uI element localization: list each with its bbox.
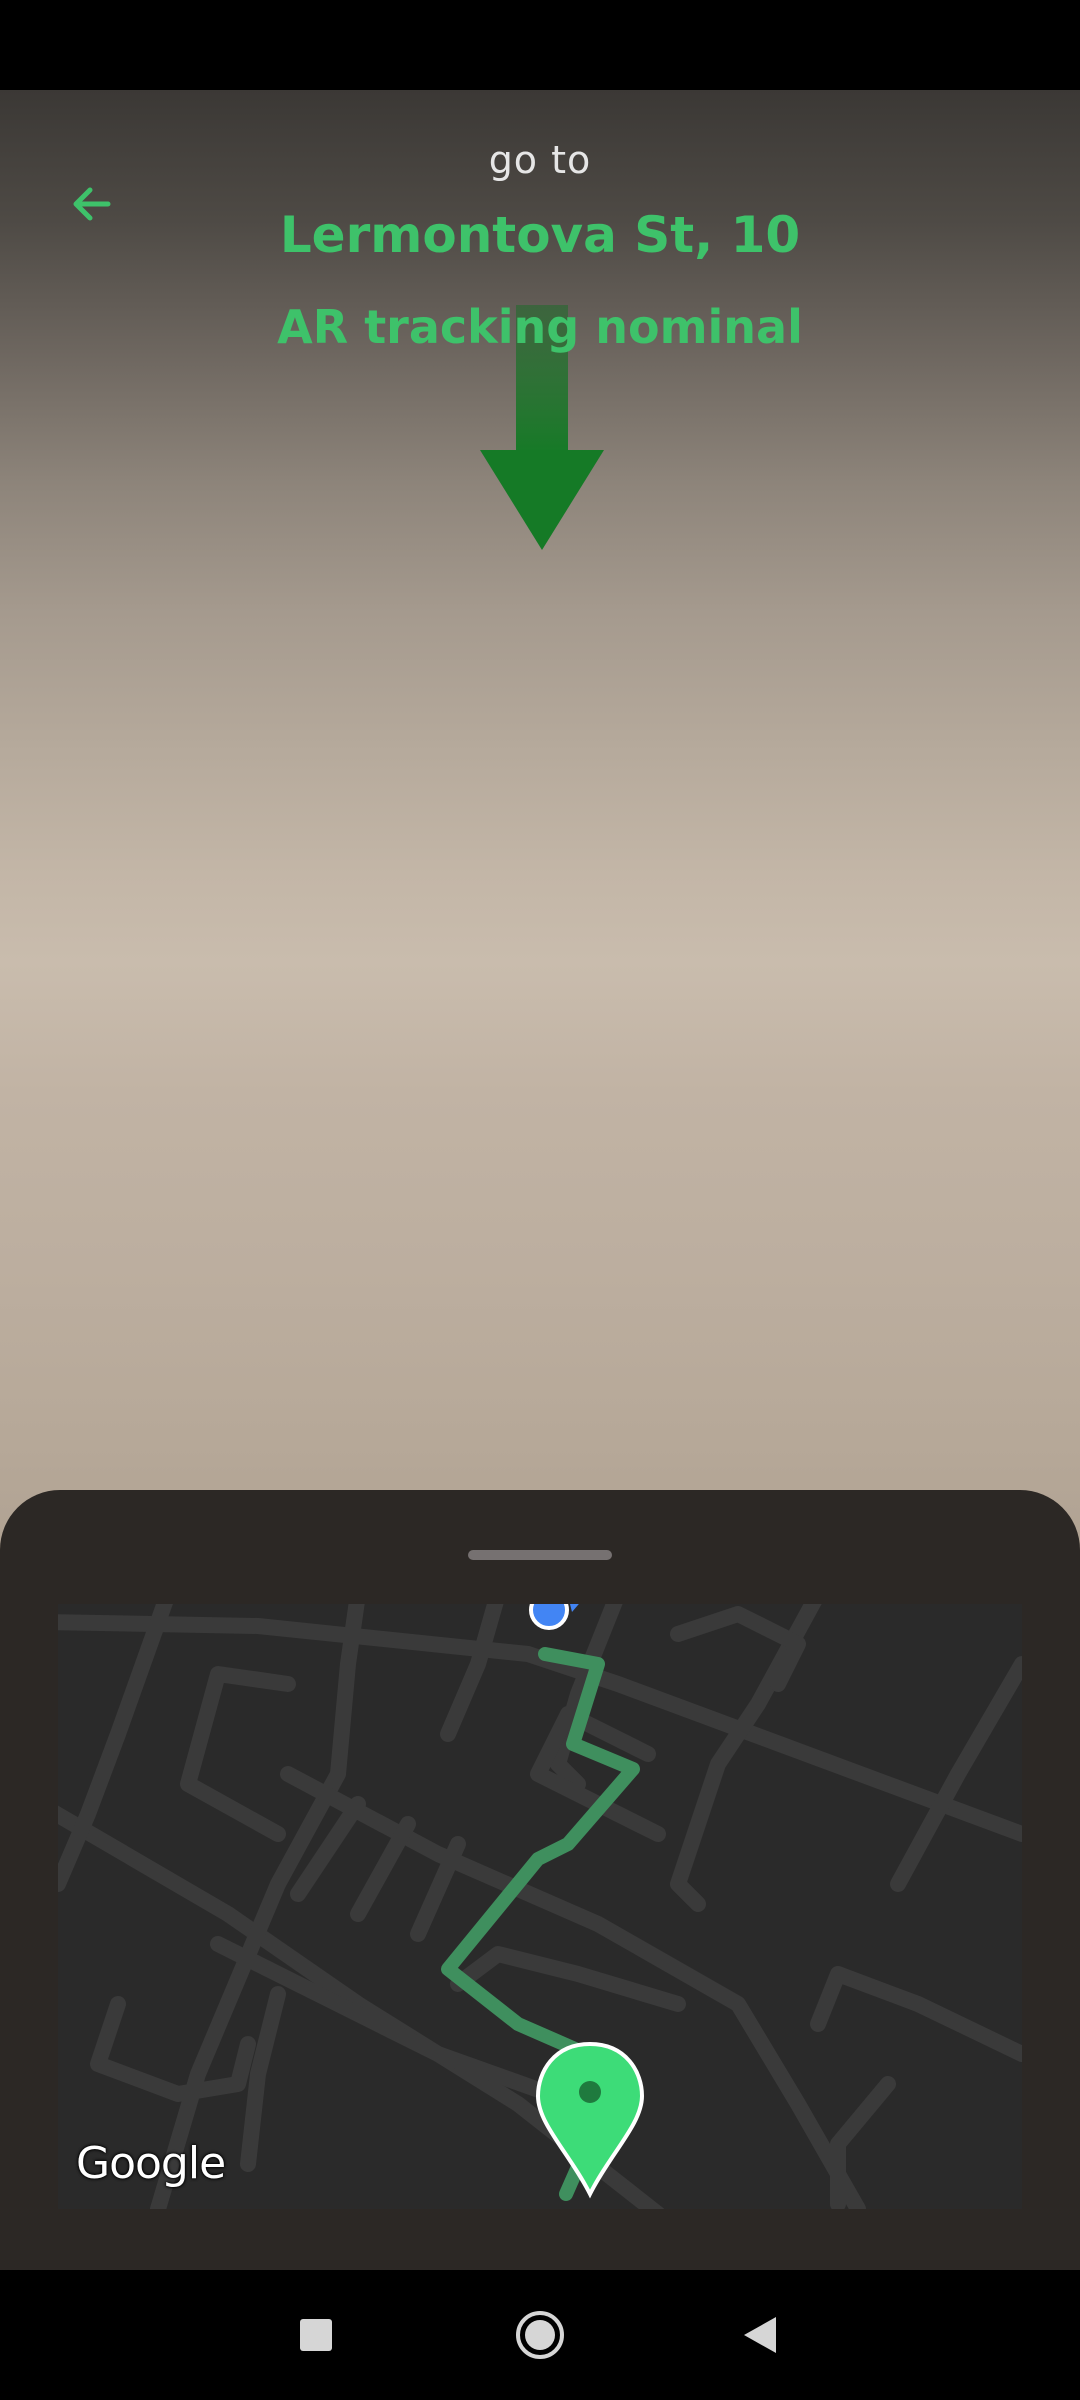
nav-home-button[interactable] <box>500 2295 580 2375</box>
route-line <box>441 1647 640 2066</box>
route-map[interactable]: Google <box>58 1604 1022 2209</box>
ar-tracking-status: AR tracking nominal <box>277 300 803 354</box>
google-attribution: Google <box>76 2138 226 2189</box>
square-icon <box>300 2319 332 2351</box>
nav-back-button[interactable] <box>720 2295 800 2375</box>
circle-icon <box>516 2311 564 2359</box>
map-pin-icon <box>535 2041 645 2199</box>
destination-address: Lermontova St, 10 <box>279 206 801 264</box>
sheet-drag-handle[interactable] <box>468 1550 612 1560</box>
status-bar <box>0 0 1080 90</box>
triangle-back-icon <box>744 2317 776 2353</box>
nav-recents-button[interactable] <box>276 2295 356 2375</box>
location-dot-icon <box>529 1604 579 1630</box>
system-navigation-bar <box>0 2270 1080 2400</box>
goto-label: go to <box>488 138 592 182</box>
map-bottom-sheet[interactable]: Google <box>0 1490 1080 2270</box>
